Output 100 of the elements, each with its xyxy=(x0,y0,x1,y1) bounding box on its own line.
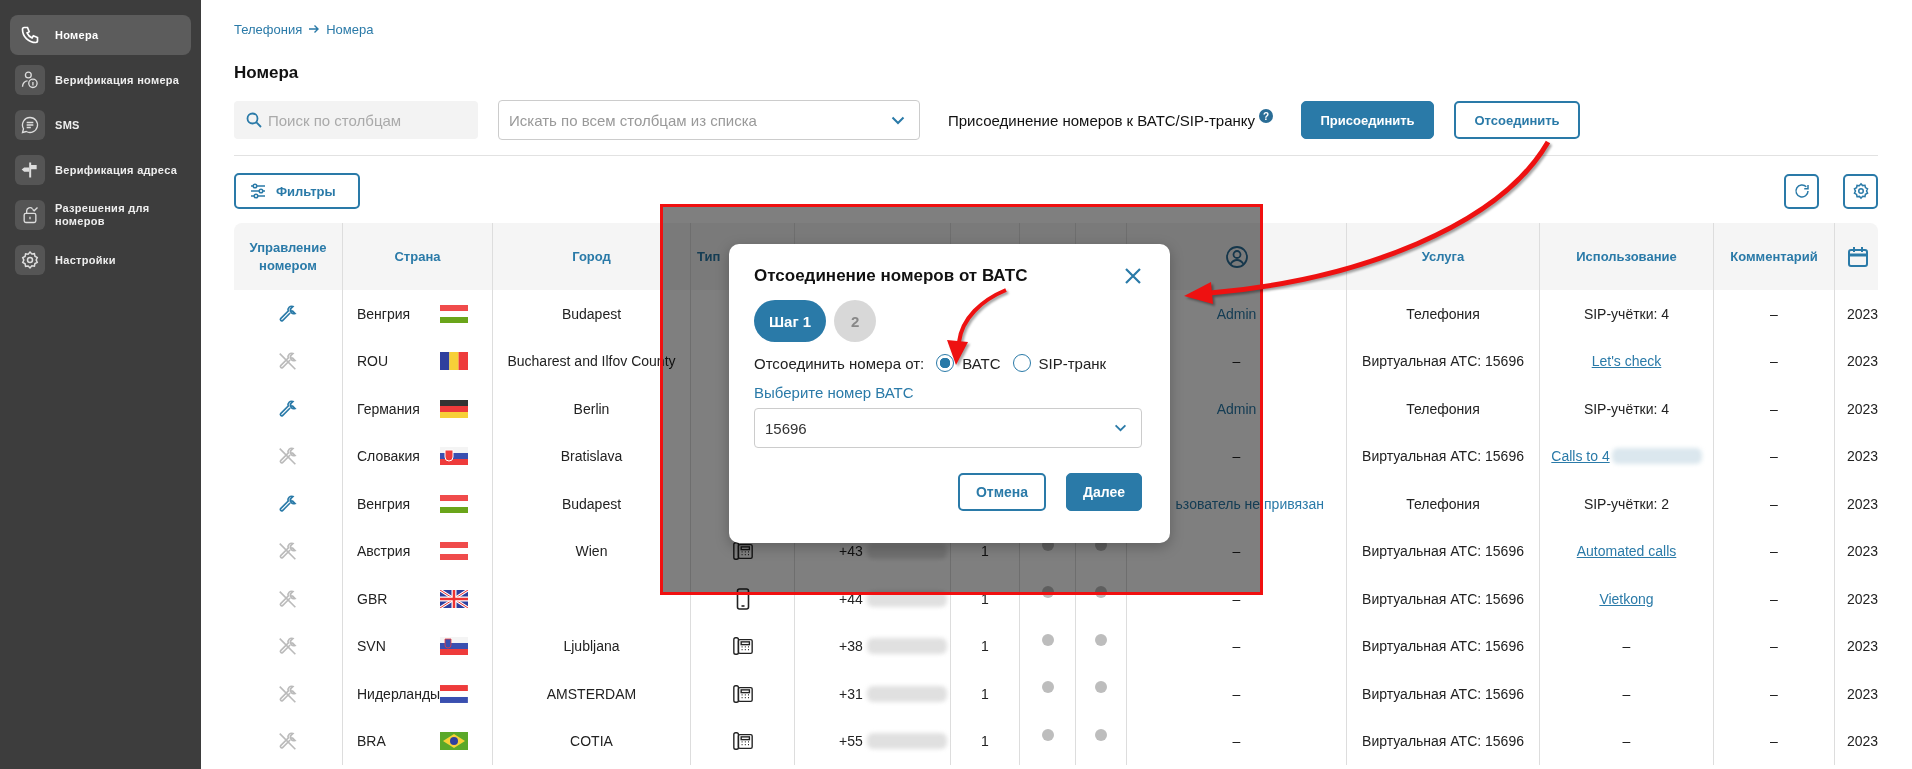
user-value: – xyxy=(1232,590,1241,607)
date-value: 2023 xyxy=(1847,590,1878,607)
user-value: – xyxy=(1232,685,1241,702)
count-value: 1 xyxy=(981,685,989,702)
phone-number: +55 xyxy=(839,733,863,750)
service-name: Виртуальная АТС: 15696 xyxy=(1362,638,1524,655)
sidebar-item[interactable]: Номера xyxy=(10,15,191,55)
user-link[interactable]: Admin xyxy=(1216,400,1257,417)
user-value: – xyxy=(1232,638,1241,655)
calendar-icon xyxy=(1847,245,1869,268)
service-name: Телефония xyxy=(1406,495,1480,512)
city-name: Ljubljana xyxy=(563,638,620,655)
column-select[interactable]: Искать по всем столбцам из списка xyxy=(498,100,920,140)
search-field[interactable]: Поиск по столбцам xyxy=(234,101,478,139)
comment-value: – xyxy=(1770,353,1778,370)
usage-value: – xyxy=(1622,733,1631,750)
settings-icon xyxy=(1851,182,1870,200)
source-label: Отсоединить номера от: xyxy=(754,354,925,372)
user-value: – xyxy=(1232,353,1241,370)
comment-value: – xyxy=(1770,685,1778,702)
sidebar-item[interactable]: Верификация номера xyxy=(10,60,191,100)
phone-number: +44 xyxy=(839,590,863,607)
sidebar-item[interactable]: Верификация адреса xyxy=(10,150,191,190)
count-value: 1 xyxy=(981,638,989,655)
user-value: – xyxy=(1232,448,1241,465)
step-pill: Шаг 1 xyxy=(754,300,827,342)
column-header[interactable]: Город xyxy=(572,247,611,266)
flag-icon xyxy=(440,589,468,608)
country-name: Австрия xyxy=(357,543,411,560)
dialog-title: Отсоединение номеров от ВАТС xyxy=(754,266,1028,286)
usage-link[interactable]: Automated calls xyxy=(1576,543,1677,560)
user-link[interactable]: Admin xyxy=(1216,305,1257,322)
filters-button[interactable]: Фильтры xyxy=(234,173,360,209)
usage-link[interactable]: Let's check xyxy=(1591,353,1662,370)
chevron-down-icon xyxy=(1114,424,1127,432)
disconnect-button[interactable]: Отсоединить xyxy=(1454,101,1581,139)
comment-value: – xyxy=(1770,590,1778,607)
mobile-phone-icon xyxy=(735,587,750,610)
user-link[interactable]: ьзователь не привязан xyxy=(1175,495,1324,512)
flag-icon xyxy=(440,304,468,323)
country-name: Германия xyxy=(357,400,420,417)
city-name: Budapest xyxy=(561,305,622,322)
cancel-button[interactable]: Отмена xyxy=(958,473,1046,511)
usage-link[interactable]: Vietkong xyxy=(1599,590,1654,607)
radio-button[interactable] xyxy=(936,354,955,372)
service-name: Телефония xyxy=(1406,400,1480,417)
country-name: BRA xyxy=(357,733,386,750)
phone-icon xyxy=(20,25,40,45)
column-header[interactable]: Комментарий xyxy=(1730,247,1818,266)
page-title: Номера xyxy=(234,63,299,83)
close-icon[interactable] xyxy=(1124,267,1142,285)
flag-icon xyxy=(440,684,468,703)
phone-number: +38 xyxy=(839,638,863,655)
pbx-select[interactable]: 15696 xyxy=(754,408,1142,448)
chat-icon xyxy=(20,115,40,135)
next-button[interactable]: Далее xyxy=(1066,473,1142,511)
breadcrumb-current: Номера xyxy=(326,21,374,37)
refresh-button[interactable] xyxy=(1784,173,1819,209)
column-header[interactable]: Использование xyxy=(1576,247,1677,266)
usage-value: – xyxy=(1622,685,1631,702)
country-name: Словакия xyxy=(357,448,420,465)
help-icon[interactable]: ? xyxy=(1259,109,1274,123)
settings-icon xyxy=(20,250,40,270)
date-value: 2023 xyxy=(1847,543,1878,560)
settings-button[interactable] xyxy=(1843,173,1878,209)
date-value: 2023 xyxy=(1847,400,1878,417)
flag-icon xyxy=(440,494,468,513)
column-header[interactable]: Тип xyxy=(697,247,721,266)
date-value: 2023 xyxy=(1847,305,1878,322)
flag-icon xyxy=(440,352,468,371)
date-value: 2023 xyxy=(1847,733,1878,750)
arrow-right-icon xyxy=(308,23,321,35)
flag-icon xyxy=(440,542,468,561)
column-header[interactable]: Услуга xyxy=(1421,247,1465,266)
count-value: 1 xyxy=(981,543,989,560)
field-label: Выберите номер ВАТС xyxy=(754,384,915,401)
usage-link[interactable]: Calls to 4 xyxy=(1551,448,1610,465)
wrench-icon[interactable] xyxy=(277,397,299,420)
sidebar-item[interactable]: Разрешения для номеров xyxy=(10,195,191,235)
desk-phone-icon xyxy=(731,635,754,658)
phone-number: +43 xyxy=(839,543,863,560)
sidebar-item[interactable]: SMS xyxy=(10,105,191,145)
service-name: Виртуальная АТС: 15696 xyxy=(1362,590,1524,607)
column-header[interactable]: Управление номером xyxy=(242,238,334,275)
usage-value: SIP-учётки: 4 xyxy=(1583,305,1670,322)
column-header[interactable]: Страна xyxy=(394,247,441,266)
connect-button[interactable]: Присоединить xyxy=(1301,101,1435,139)
city-name: AMSTERDAM xyxy=(546,685,637,702)
desk-phone-icon xyxy=(731,540,754,563)
service-name: Виртуальная АТС: 15696 xyxy=(1362,448,1524,465)
wrench-icon[interactable] xyxy=(277,492,299,515)
desk-phone-icon xyxy=(731,730,754,753)
sidebar-item[interactable]: Настройки xyxy=(10,240,191,280)
city-name: Budapest xyxy=(561,495,622,512)
signpost-icon xyxy=(20,160,40,180)
date-value: 2023 xyxy=(1847,448,1878,465)
breadcrumb-link[interactable]: Телефония xyxy=(234,21,303,37)
wrench-icon[interactable] xyxy=(277,302,299,325)
country-name: SVN xyxy=(357,638,386,655)
date-value: 2023 xyxy=(1847,495,1878,512)
